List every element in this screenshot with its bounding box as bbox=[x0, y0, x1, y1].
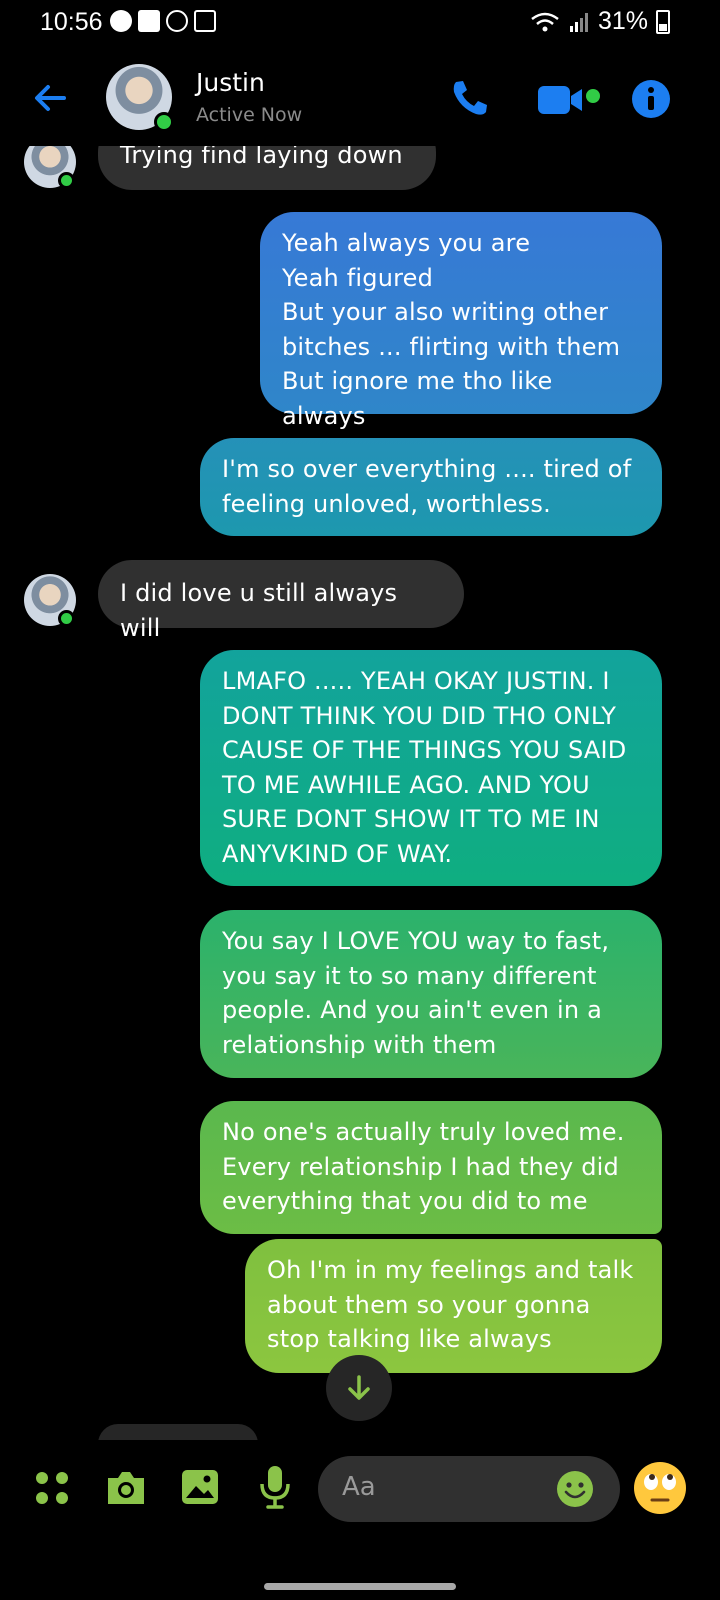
messenger-notification-icon bbox=[110, 10, 132, 32]
notification-icons bbox=[110, 10, 216, 32]
camera-icon[interactable] bbox=[104, 1468, 148, 1508]
contact-status: Active Now bbox=[196, 104, 303, 126]
gallery-notification-icon bbox=[194, 10, 216, 32]
arrow-down-icon bbox=[348, 1375, 370, 1400]
scroll-to-bottom-button[interactable] bbox=[326, 1355, 392, 1421]
messenger-outline-notification-icon bbox=[166, 10, 188, 32]
message-list[interactable]: Trying find laying down Yeah always you … bbox=[0, 0, 720, 1440]
message-bubble-outgoing[interactable]: LMAFO ..... YEAH OKAY JUSTIN. I DONT THI… bbox=[200, 650, 662, 886]
gallery-icon[interactable] bbox=[180, 1468, 220, 1506]
microphone-icon[interactable] bbox=[258, 1464, 292, 1510]
battery-icon bbox=[656, 9, 670, 34]
message-composer: Aa bbox=[0, 1440, 720, 1540]
message-input[interactable]: Aa bbox=[318, 1456, 620, 1522]
message-bubble-outgoing[interactable]: You say I LOVE YOU way to fast, you say … bbox=[200, 910, 662, 1078]
online-indicator bbox=[58, 610, 75, 627]
online-indicator bbox=[154, 112, 174, 132]
conversation-header: Justin Active Now bbox=[0, 50, 720, 146]
facebook-notification-icon bbox=[138, 10, 160, 32]
message-bubble-outgoing[interactable]: Oh I'm in my feelings and talk about the… bbox=[245, 1239, 662, 1373]
message-input-placeholder: Aa bbox=[342, 1472, 376, 1502]
signal-icon bbox=[569, 12, 588, 32]
message-bubble-incoming[interactable]: I did love u still always will bbox=[98, 560, 464, 642]
message-bubble-outgoing[interactable]: No one's actually truly loved me. Every … bbox=[200, 1101, 662, 1234]
status-bar: 10:56 31% bbox=[0, 0, 720, 46]
emoji-icon[interactable] bbox=[556, 1470, 594, 1508]
apps-grid-icon[interactable] bbox=[34, 1470, 70, 1506]
online-indicator bbox=[58, 172, 75, 189]
system-indicators: 31% bbox=[530, 7, 670, 36]
message-bubble-incoming-partial[interactable] bbox=[98, 1424, 258, 1440]
message-bubble-outgoing[interactable]: Yeah always you are Yeah figured But you… bbox=[260, 212, 662, 430]
contact-name[interactable]: Justin bbox=[196, 68, 265, 97]
info-icon[interactable] bbox=[632, 80, 670, 118]
back-arrow-icon[interactable] bbox=[30, 78, 70, 118]
message-bubble-outgoing[interactable]: I'm so over everything .... tired of fee… bbox=[200, 438, 662, 536]
home-indicator[interactable] bbox=[264, 1583, 456, 1590]
phone-icon[interactable] bbox=[448, 76, 492, 120]
contact-avatar[interactable] bbox=[106, 64, 174, 132]
video-camera-icon[interactable] bbox=[538, 80, 604, 120]
battery-percent: 31% bbox=[597, 7, 648, 35]
wifi-icon bbox=[531, 12, 559, 31]
status-time: 10:56 bbox=[40, 8, 103, 36]
eye-roll-emoji-icon[interactable] bbox=[632, 1460, 688, 1516]
